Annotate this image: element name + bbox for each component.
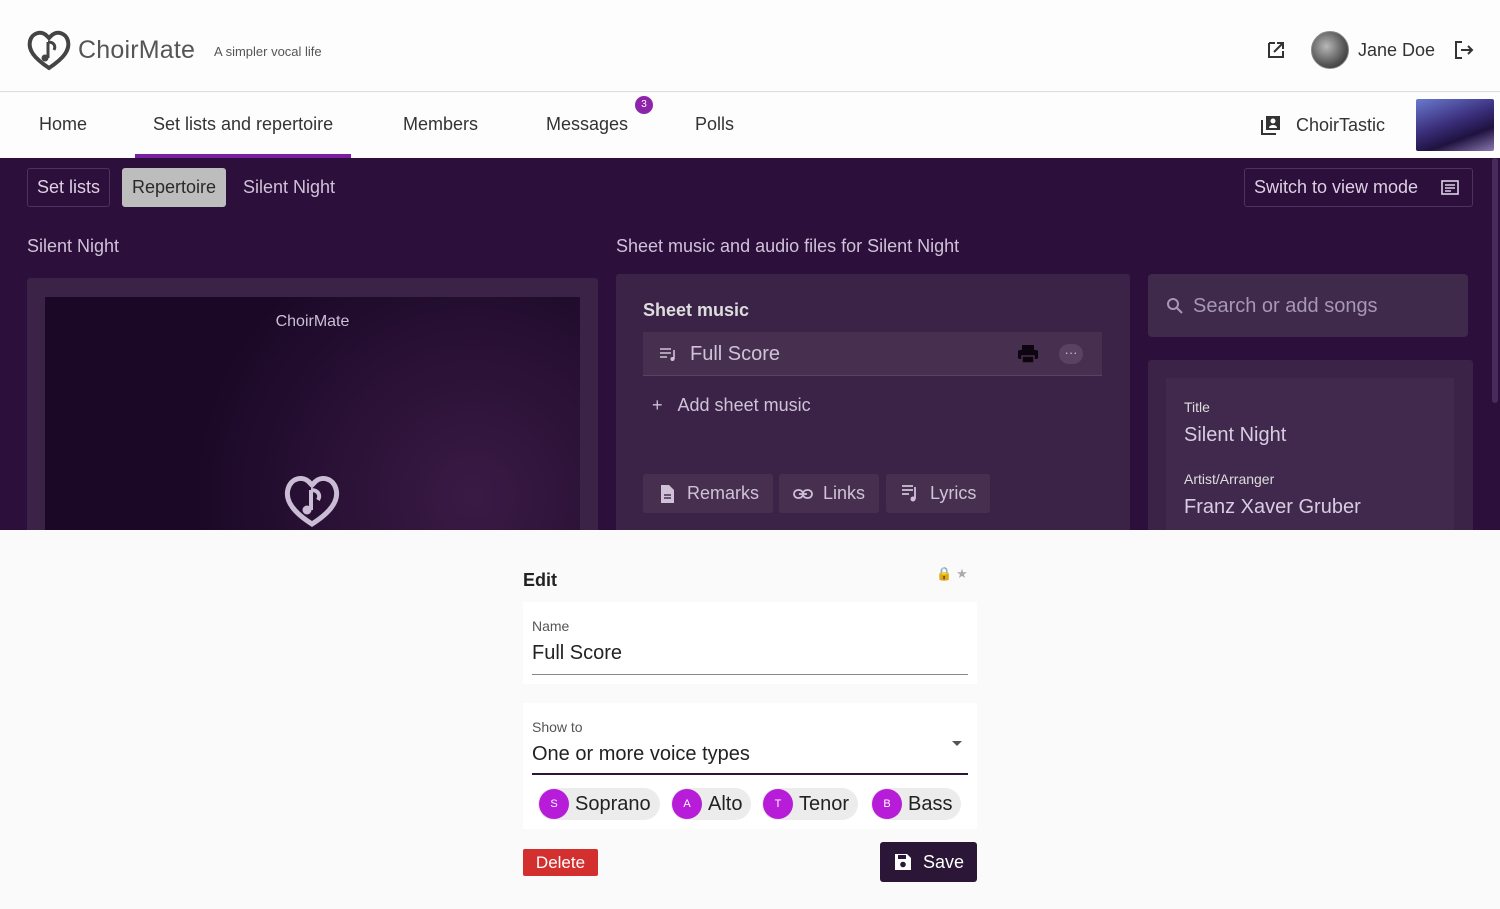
list-item[interactable]: Full Score ···: [643, 332, 1102, 376]
logout-icon[interactable]: [1452, 38, 1476, 62]
voice-label: Bass: [908, 793, 953, 815]
avatar[interactable]: [1311, 31, 1349, 69]
plus-icon: +: [652, 395, 663, 415]
view-mode-label: Switch to view mode: [1254, 177, 1419, 197]
search-field: [1148, 274, 1468, 337]
sheet-music-card: Sheet music Full Score ··· + Add sheet m…: [616, 274, 1130, 530]
top-bar: ChoirMate A simpler vocal life Jane Doe: [0, 0, 1500, 92]
artist-label: Artist/Arranger: [1184, 471, 1275, 487]
edit-dialog: Edit 🔒★ Name Full Score Show to One or m…: [0, 530, 1500, 909]
print-icon[interactable]: [1017, 344, 1039, 364]
voice-chip-tenor[interactable]: T Tenor: [762, 788, 859, 820]
repertoire-button[interactable]: Repertoire: [122, 168, 227, 207]
choir-photo[interactable]: [1416, 99, 1494, 151]
choir-name[interactable]: ChoirTastic: [1296, 115, 1385, 136]
voice-label: Soprano: [575, 793, 651, 815]
files-heading: Sheet music and audio files for Silent N…: [616, 236, 960, 256]
tab-members[interactable]: Members: [403, 93, 478, 158]
show-to-label: Show to: [532, 719, 583, 735]
voice-initial: S: [539, 789, 569, 819]
voice-label: Tenor: [799, 793, 850, 815]
tab-messages[interactable]: Messages: [546, 93, 628, 158]
search-icon: [1167, 298, 1183, 314]
set-lists-button[interactable]: Set lists: [27, 168, 111, 207]
song-cover: ChoirMate: [45, 297, 580, 530]
sheet-item-label: Full Score: [690, 343, 781, 365]
cover-card: ChoirMate: [27, 278, 598, 530]
messages-badge: 3: [635, 96, 653, 114]
main-content: Set lists Repertoire Silent Night Switch…: [0, 158, 1500, 530]
lyrics-icon: [902, 485, 916, 502]
chevron-down-icon[interactable]: [952, 741, 962, 746]
lyrics-label: Lyrics: [930, 483, 977, 503]
show-to-underline: [532, 773, 968, 775]
add-sheet-music-button[interactable]: + Add sheet music: [652, 395, 811, 416]
save-button[interactable]: Save: [880, 842, 977, 882]
voice-chip-alto[interactable]: A Alto: [671, 788, 752, 820]
choir-library-icon: [1261, 116, 1280, 135]
voice-chip-bass[interactable]: B Bass: [871, 788, 962, 820]
add-sheet-label: Add sheet music: [677, 395, 811, 415]
remarks-label: Remarks: [687, 483, 760, 503]
name-underline: [532, 674, 968, 675]
document-icon: [661, 485, 674, 503]
breadcrumb-song: Silent Night: [243, 177, 336, 197]
heart-logo-icon: [284, 476, 340, 527]
title-value: Silent Night: [1184, 424, 1287, 446]
tagline: A simpler vocal life: [214, 44, 322, 59]
save-icon: [895, 854, 911, 870]
name-value[interactable]: Full Score: [532, 642, 622, 665]
voice-chip-soprano[interactable]: S Soprano: [538, 788, 660, 820]
main-nav: Home Set lists and repertoire Members Me…: [0, 93, 1500, 158]
logo[interactable]: ChoirMate: [26, 28, 195, 72]
tab-home[interactable]: Home: [39, 93, 87, 158]
voice-label: Alto: [708, 793, 743, 815]
song-heading: Silent Night: [27, 236, 120, 256]
delete-button[interactable]: Delete: [523, 849, 598, 876]
sheet-music-title: Sheet music: [643, 300, 750, 320]
voice-initial: A: [672, 789, 702, 819]
save-label: Save: [923, 852, 965, 872]
show-to-field: Show to One or more voice types S Soprano…: [523, 703, 977, 829]
app-background: ChoirMate A simpler vocal life Jane Doe …: [0, 0, 1500, 530]
switch-to-view-mode-button[interactable]: Switch to view mode: [1244, 168, 1473, 207]
choirmate-heart-logo-icon: [27, 30, 71, 71]
open-external-icon[interactable]: [1264, 38, 1288, 62]
lyrics-button[interactable]: Lyrics: [886, 474, 991, 513]
song-details-card: Title Silent Night Artist/Arranger Franz…: [1148, 360, 1473, 530]
link-icon: [793, 489, 813, 499]
tab-set-lists-and-repertoire[interactable]: Set lists and repertoire: [134, 93, 352, 158]
song-details: Title Silent Night Artist/Arranger Franz…: [1166, 378, 1454, 530]
music-note-list-icon: [660, 348, 675, 361]
name-label: Name: [532, 618, 570, 634]
voice-initial: T: [763, 789, 793, 819]
links-label: Links: [823, 483, 866, 503]
tab-polls[interactable]: Polls: [695, 93, 734, 158]
title-label: Title: [1184, 399, 1210, 415]
dialog-title: Edit: [523, 570, 557, 590]
more-options-icon[interactable]: ···: [1059, 344, 1083, 364]
app-name: ChoirMate: [78, 35, 196, 64]
scrollbar[interactable]: [1492, 158, 1498, 403]
remarks-button[interactable]: Remarks: [643, 474, 774, 513]
lock-star-icon[interactable]: 🔒★: [936, 566, 972, 582]
name-field[interactable]: Name Full Score: [523, 602, 977, 684]
artist-value: Franz Xaver Gruber: [1184, 496, 1361, 518]
voice-initial: B: [872, 789, 902, 819]
cover-title: ChoirMate: [275, 313, 350, 330]
search-input[interactable]: [1193, 290, 1453, 322]
user-name[interactable]: Jane Doe: [1358, 40, 1435, 61]
links-button[interactable]: Links: [779, 474, 880, 513]
presentation-icon: [1441, 180, 1459, 195]
show-to-select[interactable]: One or more voice types: [532, 743, 750, 766]
